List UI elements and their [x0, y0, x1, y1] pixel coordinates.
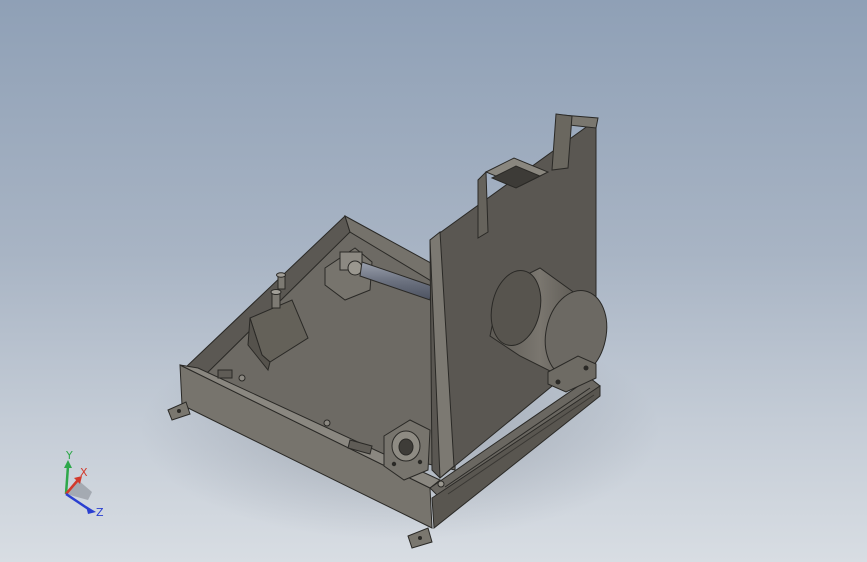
mount-bolt — [555, 379, 561, 385]
pillow-bolt — [417, 459, 423, 465]
foot-hole — [177, 409, 181, 413]
foot-hole — [418, 536, 422, 540]
pillow-bolt — [391, 461, 397, 467]
y-axis-label: Y — [65, 449, 73, 462]
locating-pin-top — [276, 272, 286, 278]
graphics-viewport[interactable]: Y X Z — [0, 0, 867, 562]
corner-bolt — [437, 480, 445, 488]
x-axis-label: X — [80, 466, 88, 479]
locating-pin-top — [270, 289, 282, 295]
mount-bolt — [583, 365, 589, 371]
y-axis-line — [64, 465, 70, 495]
floor-bolt — [238, 374, 246, 382]
floor-bolt — [323, 419, 331, 427]
bearing-bore — [398, 438, 414, 456]
3d-model[interactable] — [0, 0, 867, 562]
z-axis-arrow — [86, 506, 96, 514]
rear-channel-side — [477, 170, 489, 239]
coordinate-triad[interactable]: Y X Z — [52, 448, 112, 522]
floor-fitting — [217, 369, 233, 379]
shaft-end — [347, 260, 363, 276]
z-axis-label: Z — [96, 506, 104, 519]
